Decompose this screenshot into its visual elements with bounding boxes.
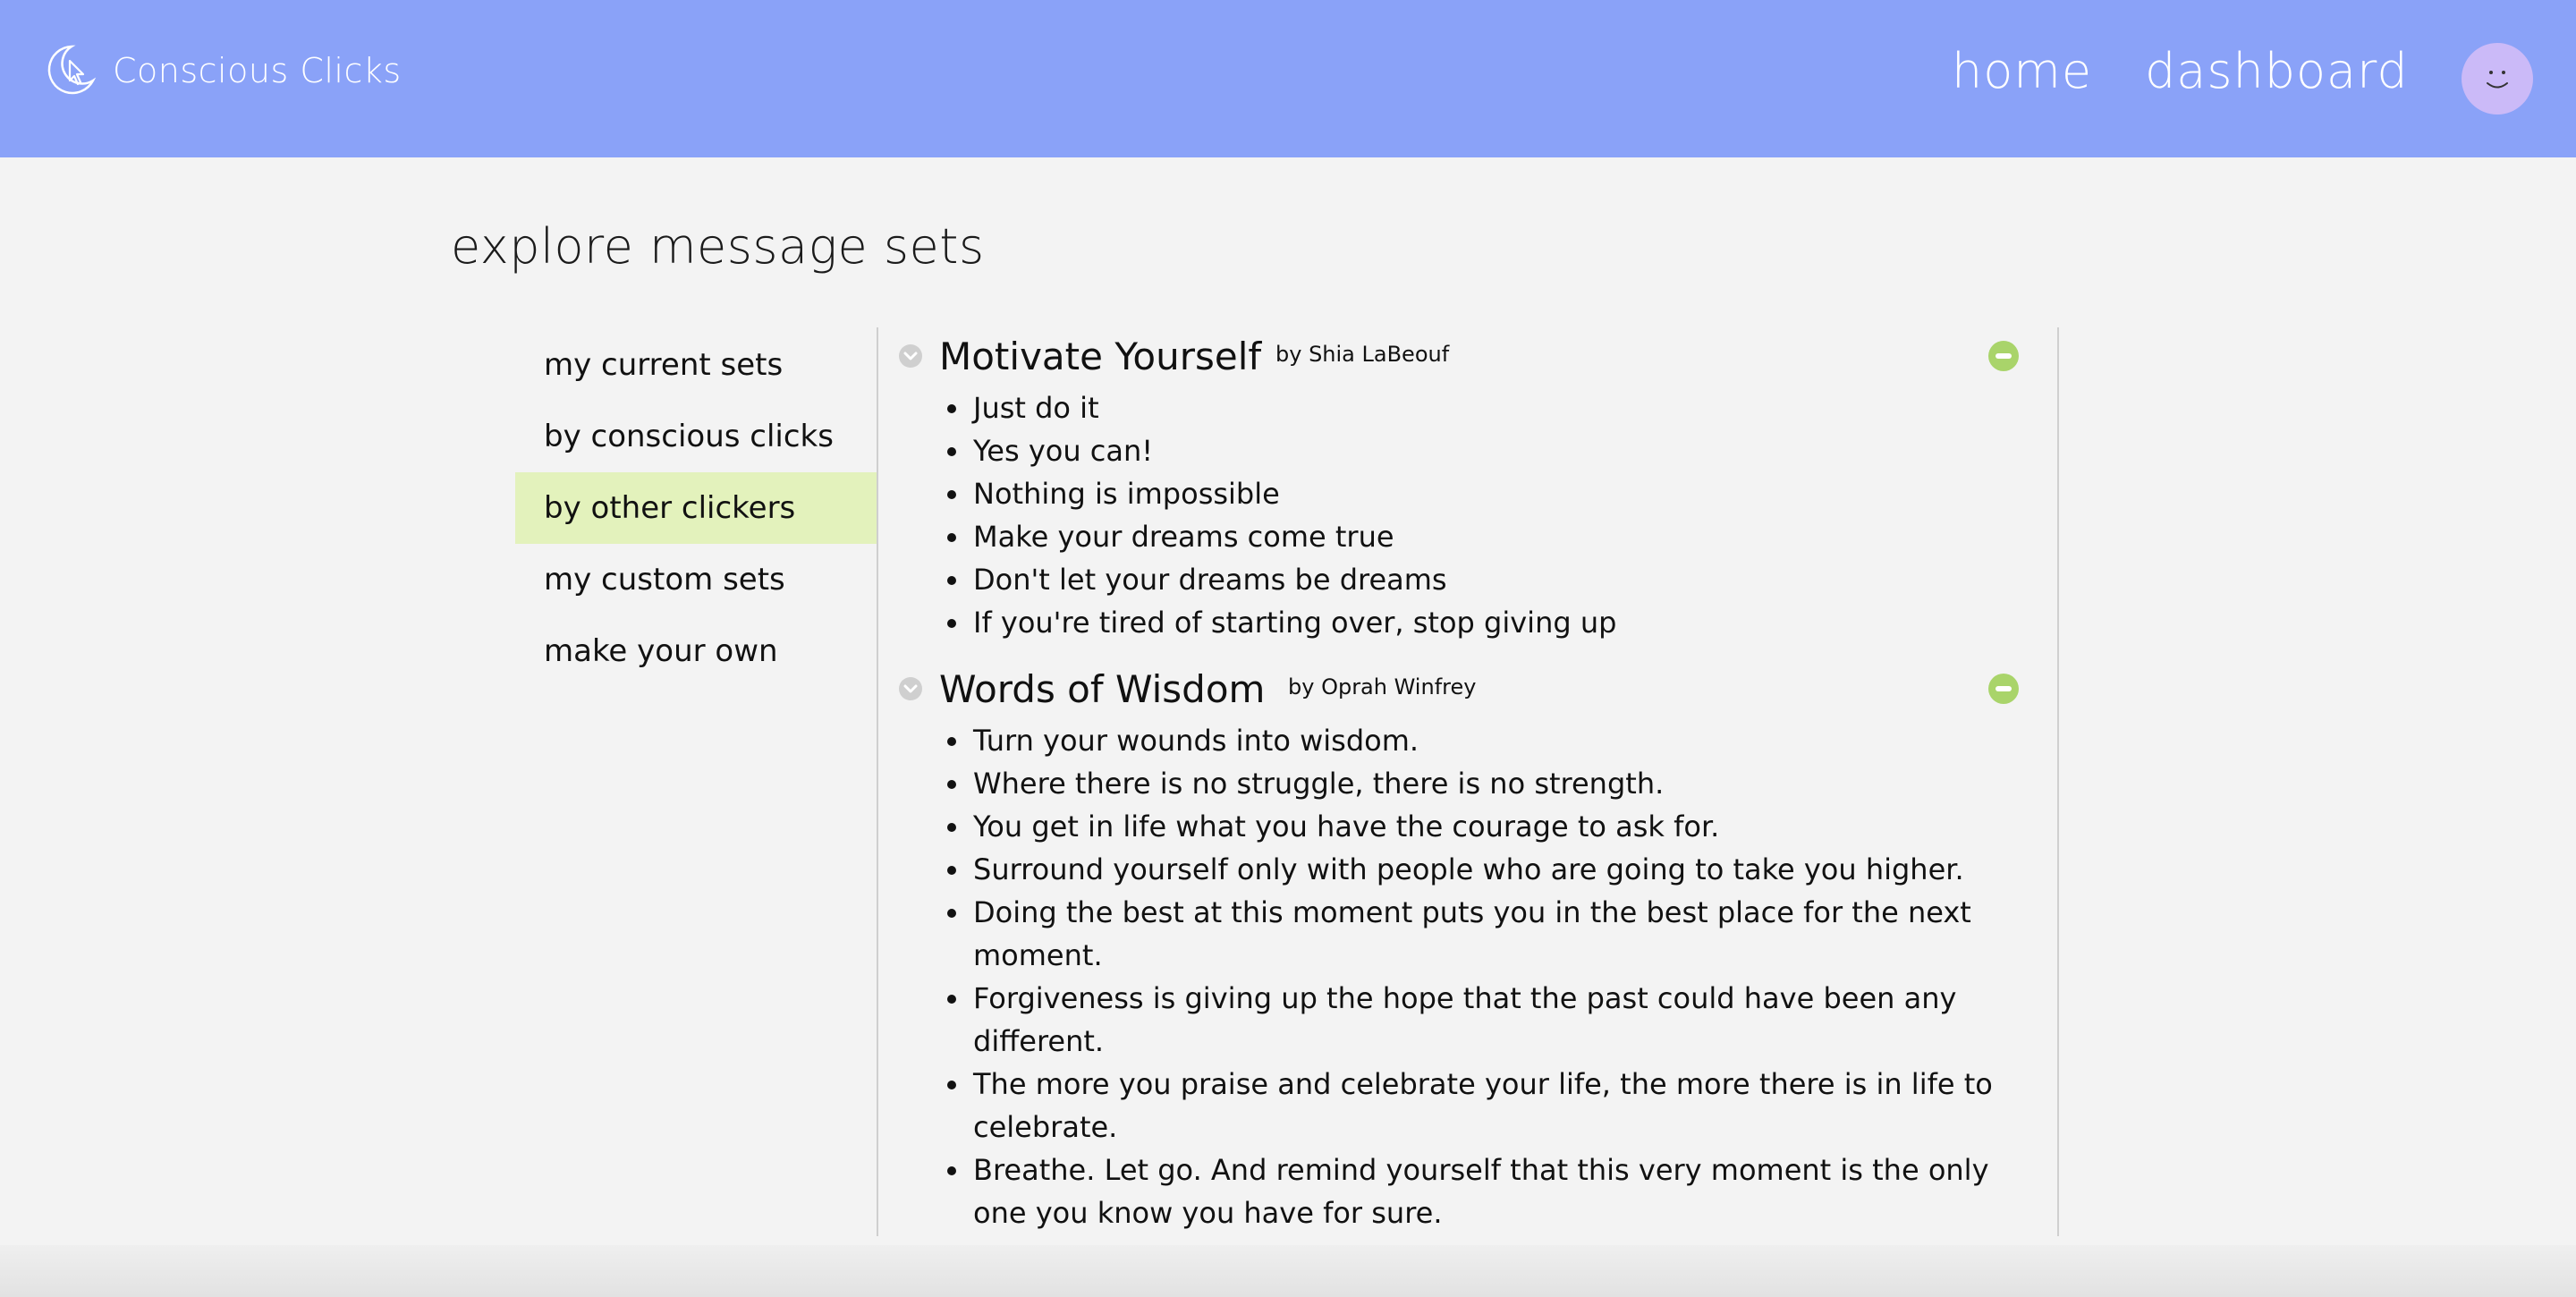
- sidebar-item-by-other-clickers[interactable]: by other clickers: [515, 472, 877, 544]
- list-item: Forgiveness is giving up the hope that t…: [971, 977, 2039, 1063]
- list-item: If you're tired of starting over, stop g…: [971, 601, 2039, 644]
- message-set: Motivate Yourself by Shia LaBeouf Just d…: [896, 327, 2039, 644]
- sidebar-item-my-current-sets[interactable]: my current sets: [515, 329, 877, 401]
- chevron-down-circle-icon[interactable]: [898, 343, 923, 369]
- set-author: by Shia LaBeouf: [1275, 342, 1450, 367]
- nav-home-link[interactable]: home: [1952, 43, 2092, 99]
- message-list: Just do it Yes you can! Nothing is impos…: [896, 386, 2039, 644]
- list-item: Breathe. Let go. And remind yourself tha…: [971, 1149, 2039, 1234]
- nav-dashboard-link[interactable]: dashboard: [2145, 43, 2409, 99]
- list-item: Make your dreams come true: [971, 515, 2039, 558]
- window-bottom-edge: [0, 1245, 2576, 1297]
- chevron-down-circle-icon[interactable]: [898, 676, 923, 701]
- content-divider-left: [877, 327, 878, 1236]
- brand-name: Conscious Clicks: [113, 51, 402, 90]
- sidebar-item-by-conscious-clicks[interactable]: by conscious clicks: [515, 401, 877, 472]
- page-title: explore message sets: [451, 218, 985, 275]
- smiley-avatar-icon: [2487, 71, 2508, 89]
- list-item: Doing the best at this moment puts you i…: [971, 891, 2039, 977]
- set-title: Motivate Yourself: [939, 335, 1262, 378]
- message-sets-panel[interactable]: Motivate Yourself by Shia LaBeouf Just d…: [896, 327, 2039, 1236]
- message-set-header: Words of Wisdom by Oprah Winfrey: [896, 660, 2039, 719]
- brand[interactable]: Conscious Clicks: [45, 41, 402, 100]
- list-item: Surround yourself only with people who a…: [971, 848, 2039, 891]
- sidebar: my current sets by conscious clicks by o…: [515, 329, 877, 687]
- user-avatar[interactable]: [2462, 43, 2533, 114]
- message-set-header: Motivate Yourself by Shia LaBeouf: [896, 327, 2039, 386]
- list-item: You get in life what you have the courag…: [971, 805, 2039, 848]
- minus-circle-icon[interactable]: [1987, 673, 2020, 705]
- list-item: Nothing is impossible: [971, 472, 2039, 515]
- sidebar-item-my-custom-sets[interactable]: my custom sets: [515, 544, 877, 615]
- list-item: Turn your wounds into wisdom.: [971, 719, 2039, 762]
- message-set: Words of Wisdom by Oprah Winfrey Turn yo…: [896, 660, 2039, 1234]
- sidebar-item-make-your-own[interactable]: make your own: [515, 615, 877, 687]
- list-item: Don't let your dreams be dreams: [971, 558, 2039, 601]
- set-title: Words of Wisdom: [939, 667, 1266, 711]
- top-nav-bar: Conscious Clicks home dashboard: [0, 0, 2576, 157]
- minus-circle-icon[interactable]: [1987, 340, 2020, 372]
- list-item: Where there is no struggle, there is no …: [971, 762, 2039, 805]
- moon-cursor-logo-icon: [47, 45, 97, 95]
- content-divider-right: [2057, 327, 2059, 1236]
- message-list: Turn your wounds into wisdom. Where ther…: [896, 719, 2039, 1234]
- set-author: by Oprah Winfrey: [1288, 674, 1477, 699]
- list-item: Yes you can!: [971, 429, 2039, 472]
- list-item: Just do it: [971, 386, 2039, 429]
- list-item: The more you praise and celebrate your l…: [971, 1063, 2039, 1149]
